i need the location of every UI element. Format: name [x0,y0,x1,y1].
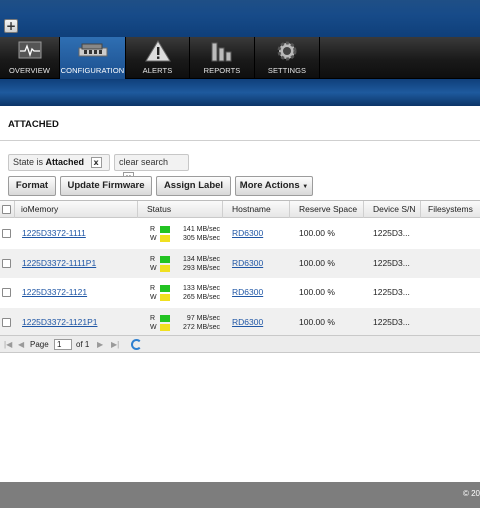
filter-label: State is [13,157,44,167]
filter-value: Attached [45,157,85,167]
reports-icon [211,42,232,62]
column-header-status[interactable]: Status [138,201,223,218]
reserve-space-value: 100.00 % [299,316,335,327]
browser-tab-strip: + [0,0,480,37]
device-sn-value: 1225D3... [373,228,410,238]
iomemory-link[interactable]: 1225D3372-1121 [22,287,87,297]
clear-search-label[interactable]: clear search [119,157,168,167]
configuration-icon [78,43,107,57]
settings-gear-icon [277,41,297,61]
column-header-hostname[interactable]: Hostname [223,201,290,218]
format-button[interactable]: Format [8,176,56,196]
hostname-link[interactable]: RD6300 [232,258,263,268]
nav-alerts[interactable]: ALERTS [126,37,190,79]
select-all-checkbox[interactable] [2,205,11,214]
read-indicator [160,255,170,263]
iomemory-link[interactable]: 1225D3372-1111 [22,228,86,238]
device-sn-value: 1225D3... [373,316,410,327]
footer: © 20 [0,482,480,508]
reserve-space-value: 100.00 % [299,228,335,238]
chevron-down-icon: ▼ [302,184,309,190]
overview-icon [18,41,41,59]
nav-settings[interactable]: SETTINGS [255,37,320,79]
remove-filter-button[interactable]: x [90,157,102,169]
devices-table: ioMemory Status Hostname Reserve Space D… [0,200,480,354]
write-indicator [160,235,170,242]
read-rate: 141 MB/sec [183,226,220,233]
hostname-link[interactable]: RD6300 [232,228,263,238]
row-checkbox[interactable] [2,258,11,268]
clear-search-chip: clear search x [114,154,189,184]
status-meter: R 97 MB/sec W 272 MB/sec [150,314,220,331]
table-header: ioMemory Status Hostname Reserve Space D… [0,201,480,218]
nav-configuration[interactable]: CONFIGURATION [60,37,126,79]
assign-label-button[interactable]: Assign Label [156,176,231,196]
read-indicator [160,226,170,233]
read-rate: 133 MB/sec [183,285,220,292]
read-rate: 134 MB/sec [183,255,220,263]
page-label: Page [30,340,49,349]
divider [0,140,480,141]
reserve-space-value: 100.00 % [299,257,335,268]
column-header-iomemory[interactable]: ioMemory [15,201,138,218]
column-header-device-sn[interactable]: Device S/N [364,201,421,218]
nav-reports[interactable]: REPORTS [190,37,255,79]
iomemory-link[interactable]: 1225D3372-1111P1 [22,258,96,268]
copyright-text: © 20 [462,489,480,498]
update-firmware-button[interactable]: Update Firmware [60,176,152,196]
status-meter: R 141 MB/sec W 305 MB/sec [150,226,220,242]
write-indicator [160,294,170,301]
more-actions-button[interactable]: More Actions ▼ [235,176,313,196]
refresh-icon[interactable] [131,339,142,350]
read-indicator [160,285,170,292]
device-sn-value: 1225D3... [373,257,410,268]
last-page-icon[interactable]: ▶| [111,340,119,349]
write-rate: 293 MB/sec [183,264,220,272]
page-title: ATTACHED [8,119,59,130]
device-sn-value: 1225D3... [373,287,410,297]
iomemory-link[interactable]: 1225D3372-1121P1 [22,317,97,327]
write-rate: 272 MB/sec [183,323,220,331]
header-band [0,79,480,106]
read-indicator [160,314,170,322]
row-checkbox[interactable] [2,317,11,327]
state-filter-chip: State is Attached x [8,154,110,171]
reserve-space-value: 100.00 % [299,287,335,297]
pagination-bar: |◀ ◀ Page 1 of 1 ▶ ▶| [0,335,480,353]
read-rate: 97 MB/sec [186,314,220,322]
column-header-filesystems[interactable]: Filesystems [421,201,480,218]
table-row[interactable]: 1225D3372-1111P1 R 134 MB/sec W 293 MB/sec RD… [0,248,480,278]
first-page-icon[interactable]: |◀ [4,340,12,349]
table-row[interactable]: 1225D3372-1121 R 133 MB/sec W 265 MB/sec RD63… [0,278,480,307]
table-row[interactable]: 1225D3372-1111 R 141 MB/sec W 305 MB/sec RD63… [0,219,480,248]
status-meter: R 134 MB/sec W 293 MB/sec [150,255,220,272]
alert-icon [144,40,171,62]
hostname-link[interactable]: RD6300 [232,317,263,327]
page-count: of 1 [76,340,90,349]
page-number-input[interactable]: 1 [54,339,72,350]
new-tab-button[interactable]: + [4,19,18,33]
status-meter: R 133 MB/sec W 265 MB/sec [150,285,220,301]
write-indicator [160,264,170,272]
column-header-reserve-space[interactable]: Reserve Space [290,201,364,218]
main-navigation: OVERVIEW CONFIGURATION ALERTS REPORTS SE… [0,37,480,79]
next-page-icon[interactable]: ▶ [97,340,103,349]
table-row[interactable]: 1225D3372-1121P1 R 97 MB/sec W 272 MB/sec RD6… [0,307,480,337]
previous-page-icon[interactable]: ◀ [18,340,24,349]
write-indicator [160,323,170,331]
write-rate: 305 MB/sec [183,235,220,242]
hostname-link[interactable]: RD6300 [232,287,263,297]
write-rate: 265 MB/sec [183,294,220,301]
row-checkbox[interactable] [2,229,11,238]
row-checkbox[interactable] [2,288,11,297]
nav-overview[interactable]: OVERVIEW [0,37,60,79]
